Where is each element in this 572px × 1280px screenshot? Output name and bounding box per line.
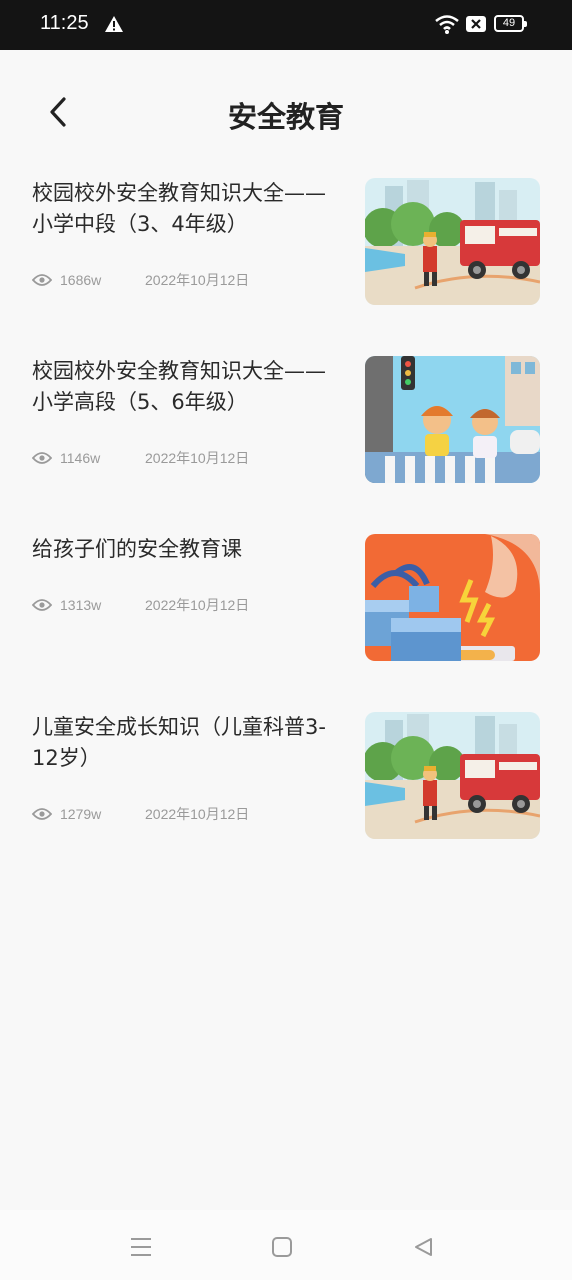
wifi-icon <box>434 13 460 39</box>
article-thumbnail[interactable] <box>365 178 540 305</box>
status-bar: 11:25 49 <box>0 0 572 50</box>
view-count: 1279w <box>60 806 102 822</box>
article-thumbnail[interactable] <box>365 712 540 839</box>
sim-x-icon <box>466 16 486 36</box>
article-title: 校园校外安全教育知识大全——小学高段（5、6年级） <box>32 359 326 414</box>
warning-icon <box>104 14 124 38</box>
back-triangle-icon <box>415 1238 432 1256</box>
status-time: 11:25 <box>40 12 89 34</box>
publish-date: 2022年10月12日 <box>145 597 250 613</box>
battery-icon: 49 <box>494 15 527 32</box>
home-square-icon <box>272 1237 292 1257</box>
header: 安全教育 <box>0 50 572 180</box>
article-item[interactable]: 给孩子们的安全教育课 1313w 2022年10月12日 <box>0 534 572 664</box>
eye-icon <box>32 273 52 287</box>
article-title: 给孩子们的安全教育课 <box>32 537 242 561</box>
home-button[interactable] <box>267 1232 297 1262</box>
publish-date: 2022年10月12日 <box>145 450 250 466</box>
article-title: 儿童安全成长知识（儿童科普3-12岁） <box>32 715 326 770</box>
nav-back-button[interactable] <box>408 1232 438 1262</box>
menu-button[interactable] <box>126 1232 156 1262</box>
article-meta: 1313w 2022年10月12日 <box>32 595 249 615</box>
eye-icon <box>32 598 52 612</box>
page-title: 安全教育 <box>227 100 344 134</box>
article-item[interactable]: 校园校外安全教育知识大全——小学中段（3、4年级） 1686w 2022年10月… <box>0 178 572 308</box>
article-meta: 1686w 2022年10月12日 <box>32 270 249 290</box>
eye-icon <box>32 807 52 821</box>
article-thumbnail[interactable] <box>365 534 540 661</box>
article-item[interactable]: 儿童安全成长知识（儿童科普3-12岁） 1279w 2022年10月12日 <box>0 712 572 842</box>
view-count: 1146w <box>60 450 101 466</box>
publish-date: 2022年10月12日 <box>145 272 250 288</box>
view-count: 1313w <box>60 597 102 613</box>
system-nav-bar <box>0 1210 572 1280</box>
article-title: 校园校外安全教育知识大全——小学中段（3、4年级） <box>32 181 326 236</box>
article-meta: 1146w 2022年10月12日 <box>32 448 249 468</box>
view-count: 1686w <box>60 272 102 288</box>
eye-icon <box>32 451 52 465</box>
publish-date: 2022年10月12日 <box>145 806 250 822</box>
article-meta: 1279w 2022年10月12日 <box>32 804 249 824</box>
menu-icon <box>131 1238 151 1256</box>
article-thumbnail[interactable] <box>365 356 540 483</box>
article-item[interactable]: 校园校外安全教育知识大全——小学高段（5、6年级） 1146w 2022年10月… <box>0 356 572 486</box>
